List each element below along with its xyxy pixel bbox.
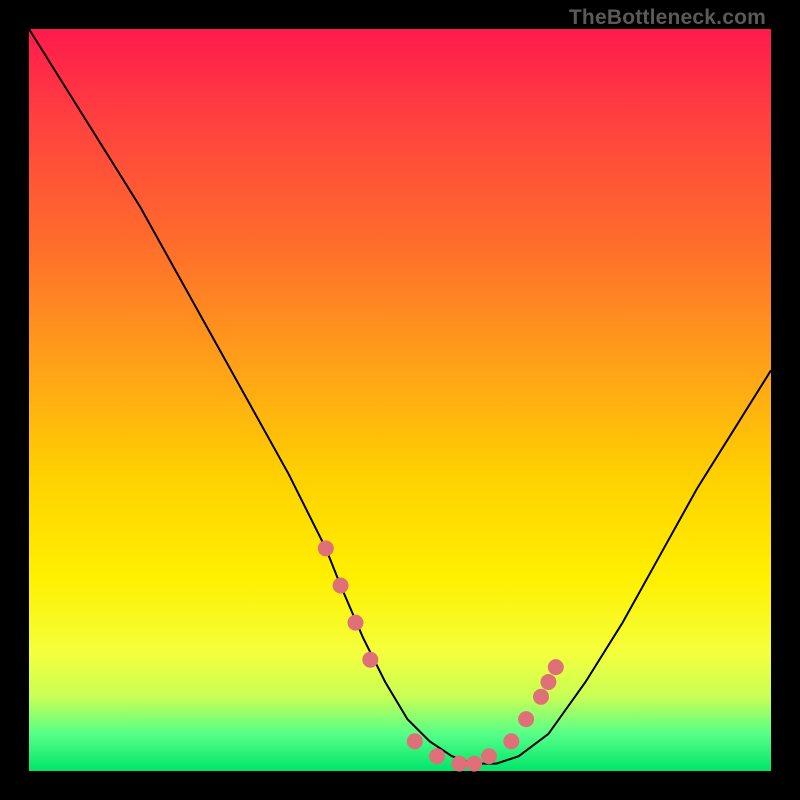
curve-svg (29, 29, 771, 771)
plot-area (29, 29, 771, 771)
highlight-dot (348, 615, 364, 631)
bottleneck-curve (29, 29, 771, 764)
highlight-dot (466, 756, 482, 772)
highlight-markers (318, 540, 564, 771)
highlight-dot (518, 711, 534, 727)
highlight-dot (362, 652, 378, 668)
highlight-dot (429, 748, 445, 764)
highlight-dot (481, 748, 497, 764)
highlight-dot (540, 674, 556, 690)
highlight-dot (407, 733, 423, 749)
chart-frame: TheBottleneck.com (0, 0, 800, 800)
source-watermark: TheBottleneck.com (569, 6, 766, 30)
highlight-dot (503, 733, 519, 749)
highlight-dot (548, 659, 564, 675)
highlight-dot (533, 689, 549, 705)
highlight-dot (318, 540, 334, 556)
highlight-dot (333, 578, 349, 594)
highlight-dot (451, 756, 467, 772)
